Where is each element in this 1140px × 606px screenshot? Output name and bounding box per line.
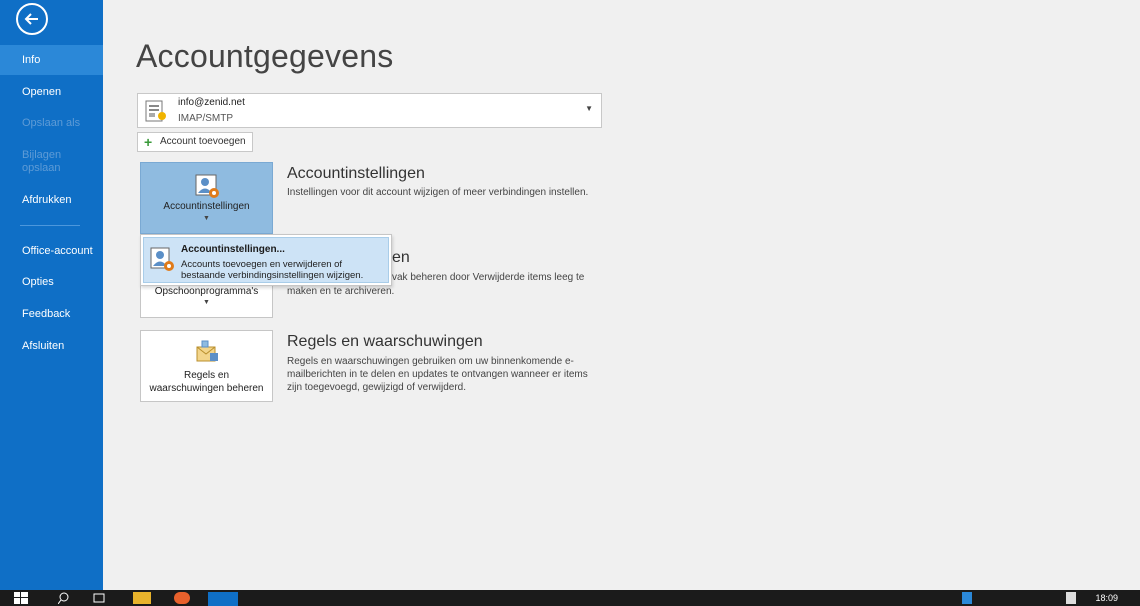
chevron-down-icon[interactable]: ▼ bbox=[585, 104, 593, 113]
account-email: info@zenid.net bbox=[178, 97, 245, 108]
nav-feedback[interactable]: Feedback bbox=[0, 299, 103, 329]
task-view-icon[interactable] bbox=[92, 592, 106, 604]
account-settings-icon bbox=[195, 174, 219, 198]
outlook-icon[interactable] bbox=[208, 592, 238, 606]
account-settings-title: Accountinstellingen bbox=[287, 165, 425, 182]
page-title: Accountgegevens bbox=[136, 38, 394, 74]
nav-afsluiten[interactable]: Afsluiten bbox=[0, 331, 103, 361]
add-account-button[interactable]: + Account toevoegen bbox=[137, 132, 253, 152]
cleanup-title-partial: en bbox=[392, 249, 410, 266]
taskbar-clock[interactable]: 18:09 bbox=[1095, 593, 1118, 603]
firefox-icon[interactable] bbox=[174, 592, 190, 604]
nav-divider bbox=[20, 225, 80, 226]
account-settings-tile[interactable]: Accountinstellingen ▼ bbox=[140, 162, 273, 234]
rules-alerts-tile[interactable]: Regels en waarschuwingen beheren bbox=[140, 330, 273, 402]
add-account-label: Account toevoegen bbox=[160, 136, 246, 147]
menu-item-desc-line1: Accounts toevoegen en verwijderen of bbox=[181, 259, 343, 270]
menu-item-title: Accountinstellingen... bbox=[181, 244, 285, 255]
file-explorer-icon[interactable] bbox=[133, 592, 151, 604]
account-settings-tile-label: Accountinstellingen bbox=[163, 201, 250, 212]
rules-tile-label-1: Regels en bbox=[183, 370, 230, 381]
menu-item-desc-line2: bestaande verbindingsinstellingen wijzig… bbox=[181, 270, 364, 281]
nav-opslaan-als: Opslaan als bbox=[22, 117, 81, 129]
cleanup-tools-tile-label: Opschoonprogramma's bbox=[154, 286, 259, 297]
nav-bijlagen-opslaan: Bijlagen opslaan bbox=[22, 149, 62, 174]
account-settings-menu: Accountinstellingen... Accounts toevoege… bbox=[140, 234, 392, 286]
back-arrow-icon bbox=[24, 13, 38, 25]
rules-alerts-icon bbox=[196, 340, 218, 362]
rules-desc-line1: Regels en waarschuwingen gebruiken om uw… bbox=[287, 356, 574, 367]
nav-openen[interactable]: Openen bbox=[0, 77, 103, 107]
backstage-sidebar: Info Openen Opslaan als Bijlagen opslaan… bbox=[0, 0, 103, 590]
rules-desc-line2: mailberichten in te delen en updates te … bbox=[287, 369, 588, 380]
back-button[interactable] bbox=[16, 3, 48, 35]
action-center-icon[interactable] bbox=[1066, 592, 1076, 604]
windows-start-icon[interactable] bbox=[14, 592, 28, 604]
outlook-tray-icon[interactable] bbox=[962, 592, 972, 604]
rules-desc-line3: zijn toegevoegd, gewijzigd of verwijderd… bbox=[287, 382, 466, 393]
chevron-down-icon: ▼ bbox=[203, 215, 210, 222]
nav-opties[interactable]: Opties bbox=[0, 267, 103, 297]
account-settings-icon bbox=[150, 247, 174, 271]
plus-icon: + bbox=[144, 134, 153, 150]
nav-afdrukken[interactable]: Afdrukken bbox=[0, 185, 103, 215]
account-icon bbox=[145, 100, 166, 122]
nav-office-account[interactable]: Office-account bbox=[0, 236, 103, 266]
cleanup-desc-line1: vak beheren door Verwijderde items leeg … bbox=[392, 272, 585, 283]
rules-tile-label-2: waarschuwingen beheren bbox=[149, 383, 264, 394]
account-selector[interactable]: info@zenid.net IMAP/SMTP ▼ bbox=[137, 93, 602, 128]
account-settings-desc: Instellingen voor dit account wijzigen o… bbox=[287, 187, 589, 198]
rules-title: Regels en waarschuwingen bbox=[287, 333, 483, 350]
nav-info[interactable]: Info bbox=[0, 45, 103, 75]
menu-item-account-settings[interactable]: Accountinstellingen... Accounts toevoege… bbox=[143, 237, 389, 283]
windows-taskbar: 18:09 bbox=[0, 590, 1140, 606]
cleanup-desc-line2: maken en te archiveren. bbox=[287, 286, 395, 297]
chevron-down-icon: ▼ bbox=[203, 299, 210, 306]
account-type: IMAP/SMTP bbox=[178, 113, 234, 124]
search-icon[interactable] bbox=[58, 592, 70, 604]
